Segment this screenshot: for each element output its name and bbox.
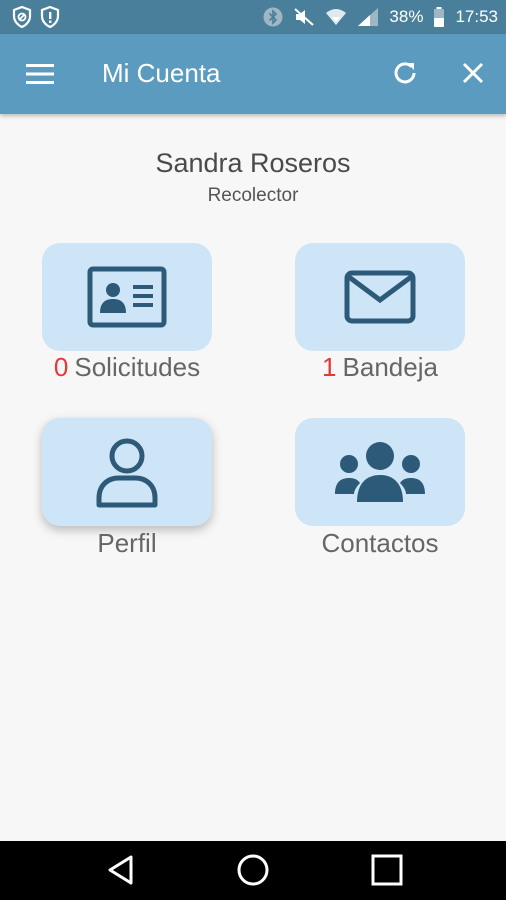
back-icon: [108, 855, 133, 885]
contactos-label[interactable]: Contactos: [265, 528, 495, 559]
envelope-icon: [344, 270, 416, 324]
refresh-button[interactable]: [390, 58, 420, 88]
user-icon: [96, 438, 158, 508]
close-icon: [462, 62, 484, 84]
battery-percent: 38%: [389, 7, 424, 26]
bandeja-tile[interactable]: [295, 243, 465, 351]
app-bar: Mi Cuenta: [0, 34, 506, 114]
bandeja-count: 1: [322, 352, 337, 382]
solicitudes-count: 0: [53, 352, 69, 382]
back-button[interactable]: [104, 853, 138, 887]
solicitudes-tile[interactable]: [42, 243, 212, 351]
alert-shield-icon: [40, 6, 60, 28]
battery-icon: [434, 7, 445, 27]
shield-icon: [12, 6, 32, 28]
wifi-icon: [326, 9, 347, 25]
contactos-tile[interactable]: [295, 418, 465, 526]
nav-bar: [0, 841, 506, 900]
perfil-tile[interactable]: [42, 418, 212, 526]
users-icon: [335, 442, 425, 502]
bandeja-label[interactable]: 1 Bandeja: [265, 352, 495, 383]
page-title: Mi Cuenta: [102, 58, 221, 88]
home-icon: [237, 854, 269, 886]
bluetooth-icon: [263, 7, 283, 27]
user-name: Sandra Roseros: [155, 148, 351, 178]
home-button[interactable]: [236, 853, 270, 887]
close-button[interactable]: [458, 58, 488, 88]
menu-icon: [26, 64, 54, 84]
signal-icon: [358, 8, 379, 26]
mute-icon: [294, 8, 315, 26]
refresh-icon: [394, 62, 416, 84]
clock: 17:53: [455, 7, 498, 26]
menu-button[interactable]: [26, 62, 54, 86]
solicitudes-text: Solicitudes: [74, 352, 201, 382]
bandeja-text: Bandeja: [342, 352, 438, 382]
recents-icon: [371, 854, 403, 886]
recents-button[interactable]: [370, 853, 404, 887]
solicitudes-label[interactable]: 0 Solicitudes: [12, 352, 242, 383]
id-card-icon: [87, 266, 167, 328]
perfil-label[interactable]: Perfil: [12, 528, 242, 559]
user-role: Recolector: [207, 185, 299, 206]
status-bar: 38% 17:53: [0, 0, 506, 34]
